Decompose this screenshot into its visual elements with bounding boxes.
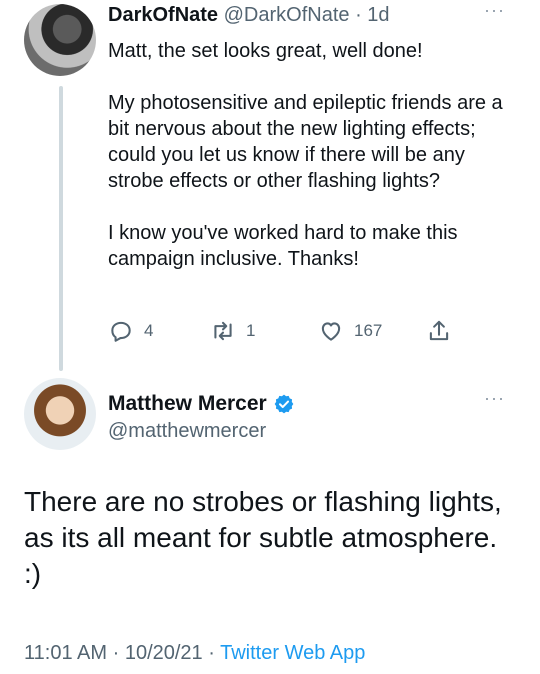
reply-paragraph: I know you've worked hard to make this c… xyxy=(108,222,458,270)
main-author-avatar[interactable] xyxy=(24,378,96,450)
retweet-count: 1 xyxy=(246,321,256,340)
reply-action-bar: 4 1 167 xyxy=(108,316,468,346)
reply-more-icon[interactable]: ··· xyxy=(484,0,505,21)
reply-author-avatar[interactable] xyxy=(24,4,96,76)
main-tweet-source[interactable]: Twitter Web App xyxy=(220,642,365,664)
like-count: 167 xyxy=(354,321,383,340)
reply-paragraph: My photosensitive and epileptic friends … xyxy=(108,92,503,192)
reply-icon xyxy=(111,321,131,342)
reply-author-name[interactable]: DarkOfNate xyxy=(108,4,218,26)
retweet-button[interactable]: 1 xyxy=(210,316,255,346)
share-button[interactable] xyxy=(426,316,452,346)
like-button[interactable]: 167 xyxy=(318,316,382,346)
main-tweet-time[interactable]: 11:01 AM xyxy=(24,642,107,664)
main-author-name-row: Matthew Mercer xyxy=(108,392,295,416)
meta-separator: · xyxy=(112,642,120,664)
reply-separator: · xyxy=(355,4,362,26)
reply-button[interactable]: 4 xyxy=(108,316,153,346)
main-author-name[interactable]: Matthew Mercer xyxy=(108,392,267,416)
main-more-icon[interactable]: ··· xyxy=(484,388,505,409)
share-icon xyxy=(429,320,449,341)
verified-badge-icon xyxy=(274,394,294,414)
reply-text: Matt, the set looks great, well done! My… xyxy=(108,38,516,272)
reply-timestamp[interactable]: 1d xyxy=(367,4,389,26)
main-tweet-text: There are no strobes or flashing lights,… xyxy=(24,486,502,589)
meta-separator: · xyxy=(208,642,215,664)
reply-paragraph: Matt, the set looks great, well done! xyxy=(108,40,423,62)
retweet-icon xyxy=(214,321,232,341)
like-icon xyxy=(321,322,341,341)
reply-header: DarkOfNate @DarkOfNate · 1d xyxy=(108,4,390,27)
main-tweet-date[interactable]: 10/20/21 xyxy=(125,642,203,664)
thread-line xyxy=(59,86,63,371)
reply-author-handle[interactable]: @DarkOfNate xyxy=(224,4,350,26)
main-tweet-meta: 11:01 AM · 10/20/21 · Twitter Web App xyxy=(24,642,365,665)
reply-count: 4 xyxy=(144,321,154,340)
main-author-handle[interactable]: @matthewmercer xyxy=(108,420,266,443)
